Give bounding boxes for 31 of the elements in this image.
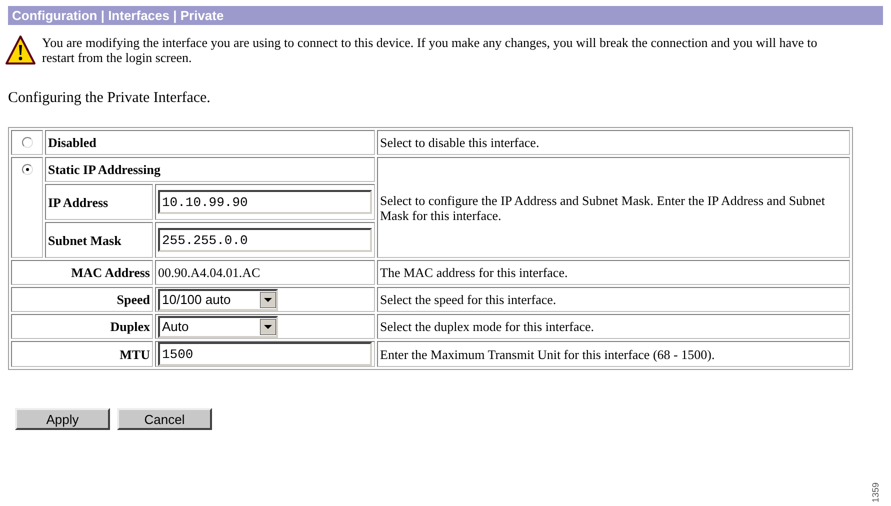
text-field[interactable]: 255.255.0.0 — [158, 228, 372, 252]
dropdown[interactable]: Auto — [158, 316, 278, 338]
text-field[interactable]: 10.10.99.90 — [158, 190, 372, 214]
radio-button[interactable] — [22, 137, 32, 148]
form-button[interactable]: Cancel — [117, 408, 212, 430]
option-label: Disabled — [48, 135, 96, 150]
field-label: MAC Address — [71, 265, 150, 280]
option-label: Static IP Addressing — [48, 162, 160, 177]
caret-icon — [260, 318, 276, 334]
field-label: Duplex — [110, 319, 150, 334]
field-value: 00.90.A4.04.01.AC — [158, 265, 260, 280]
field-label: Speed — [116, 292, 150, 307]
description: Select to disable this interface. — [380, 135, 540, 150]
section-heading: Configuring the Private Interface. — [8, 89, 212, 107]
field-label: Subnet Mask — [48, 232, 122, 248]
text-field[interactable]: 1500 — [158, 342, 372, 366]
figure-number: 1359 — [872, 482, 881, 503]
warning-icon — [5, 35, 36, 65]
description: The MAC address for this interface. — [380, 265, 568, 280]
radio-button[interactable] — [22, 164, 32, 175]
field-label: IP Address — [48, 194, 108, 210]
description: Select the speed for this interface. — [380, 292, 556, 307]
description: Select the duplex mode for this interface. — [380, 319, 594, 334]
warning-message: You are modifying the interface you are using to connect to this device. If you make any changes, you will break the connection and you will have to restart from the login screen. — [42, 35, 818, 65]
field-label: MTU — [120, 346, 150, 362]
caret-icon — [260, 292, 276, 308]
breadcrumb-title: Configuration | Interfaces | Private — [12, 9, 224, 22]
dropdown[interactable]: 10/100 auto — [158, 288, 278, 310]
description: Enter the Maximum Transmit Unit for this interface (68 - 1500). — [380, 346, 715, 362]
description: Select to configure the IP Address and Subnet Mask. Enter the IP Address and Subnet Mask for this interface. — [380, 192, 825, 222]
form-button[interactable]: Apply — [15, 408, 110, 430]
